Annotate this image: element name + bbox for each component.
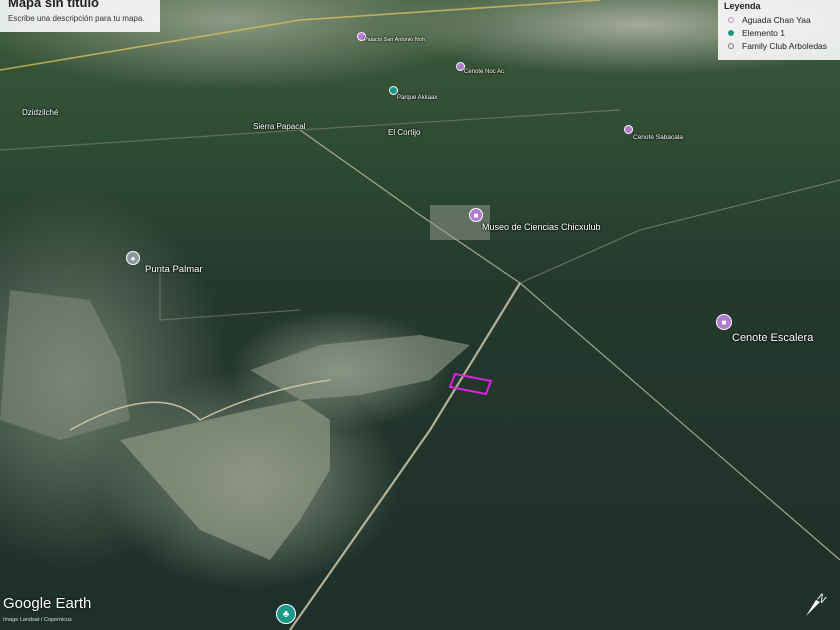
legend-label: Family Club Arboledas (742, 41, 828, 51)
map-title[interactable]: Mapa sin título (8, 0, 152, 10)
imagery-credit: Image Landsat / Copernicus (3, 617, 72, 623)
place-label[interactable]: Punta Palmar (145, 264, 203, 275)
poi-pin-icon[interactable] (389, 86, 398, 95)
legend-label: Aguada Chan Yaa (742, 15, 811, 25)
place-label[interactable]: Cenote Noc Ac (464, 69, 504, 75)
legend-label: Elemento 1 (742, 28, 785, 38)
north-arrow-icon[interactable]: N (800, 588, 832, 620)
legend-item[interactable]: Elemento 1 (724, 28, 834, 38)
residential-area (250, 335, 470, 400)
map-title-panel[interactable]: Mapa sin título Escribe una descripción … (0, 0, 160, 32)
location-pin-icon[interactable]: ● (126, 251, 140, 265)
boundary (159, 270, 301, 321)
park-pin-icon[interactable]: ♣ (276, 604, 296, 624)
legend-panel: Leyenda Aguada Chan Yaa Elemento 1 Famil… (718, 0, 840, 60)
residential-area (120, 400, 330, 560)
legend-item[interactable]: Family Club Arboledas (724, 41, 834, 51)
legend-title: Leyenda (724, 1, 761, 11)
poi-pin-icon[interactable] (624, 125, 633, 134)
cenote-pin-icon[interactable]: ■ (716, 314, 732, 330)
legend-item[interactable]: Aguada Chan Yaa (724, 15, 834, 25)
road (519, 282, 840, 561)
place-label: Dzidzilché (22, 108, 59, 117)
circle-icon (728, 30, 734, 36)
place-label[interactable]: Palacio San Antonio Noh (364, 37, 425, 43)
road (0, 109, 621, 151)
map-description[interactable]: Escribe una descripción para tu mapa. (8, 14, 152, 23)
place-label[interactable]: Cenote Sabacala (633, 134, 683, 141)
place-label: El Cortijo (388, 128, 421, 137)
google-earth-logo: Google Earth (3, 595, 92, 612)
place-label[interactable]: Parque Akkaax (397, 95, 437, 101)
parcel-polygon (448, 372, 493, 396)
place-label[interactable]: Museo de Ciencias Chicxulub (482, 222, 601, 232)
museum-pin-icon[interactable]: ■ (469, 208, 483, 222)
place-label[interactable]: Cenote Escalera (732, 332, 813, 344)
circle-icon (728, 17, 734, 23)
place-label: Sierra Papacal (253, 122, 306, 131)
circle-icon (728, 43, 734, 49)
residential-area (0, 290, 130, 440)
